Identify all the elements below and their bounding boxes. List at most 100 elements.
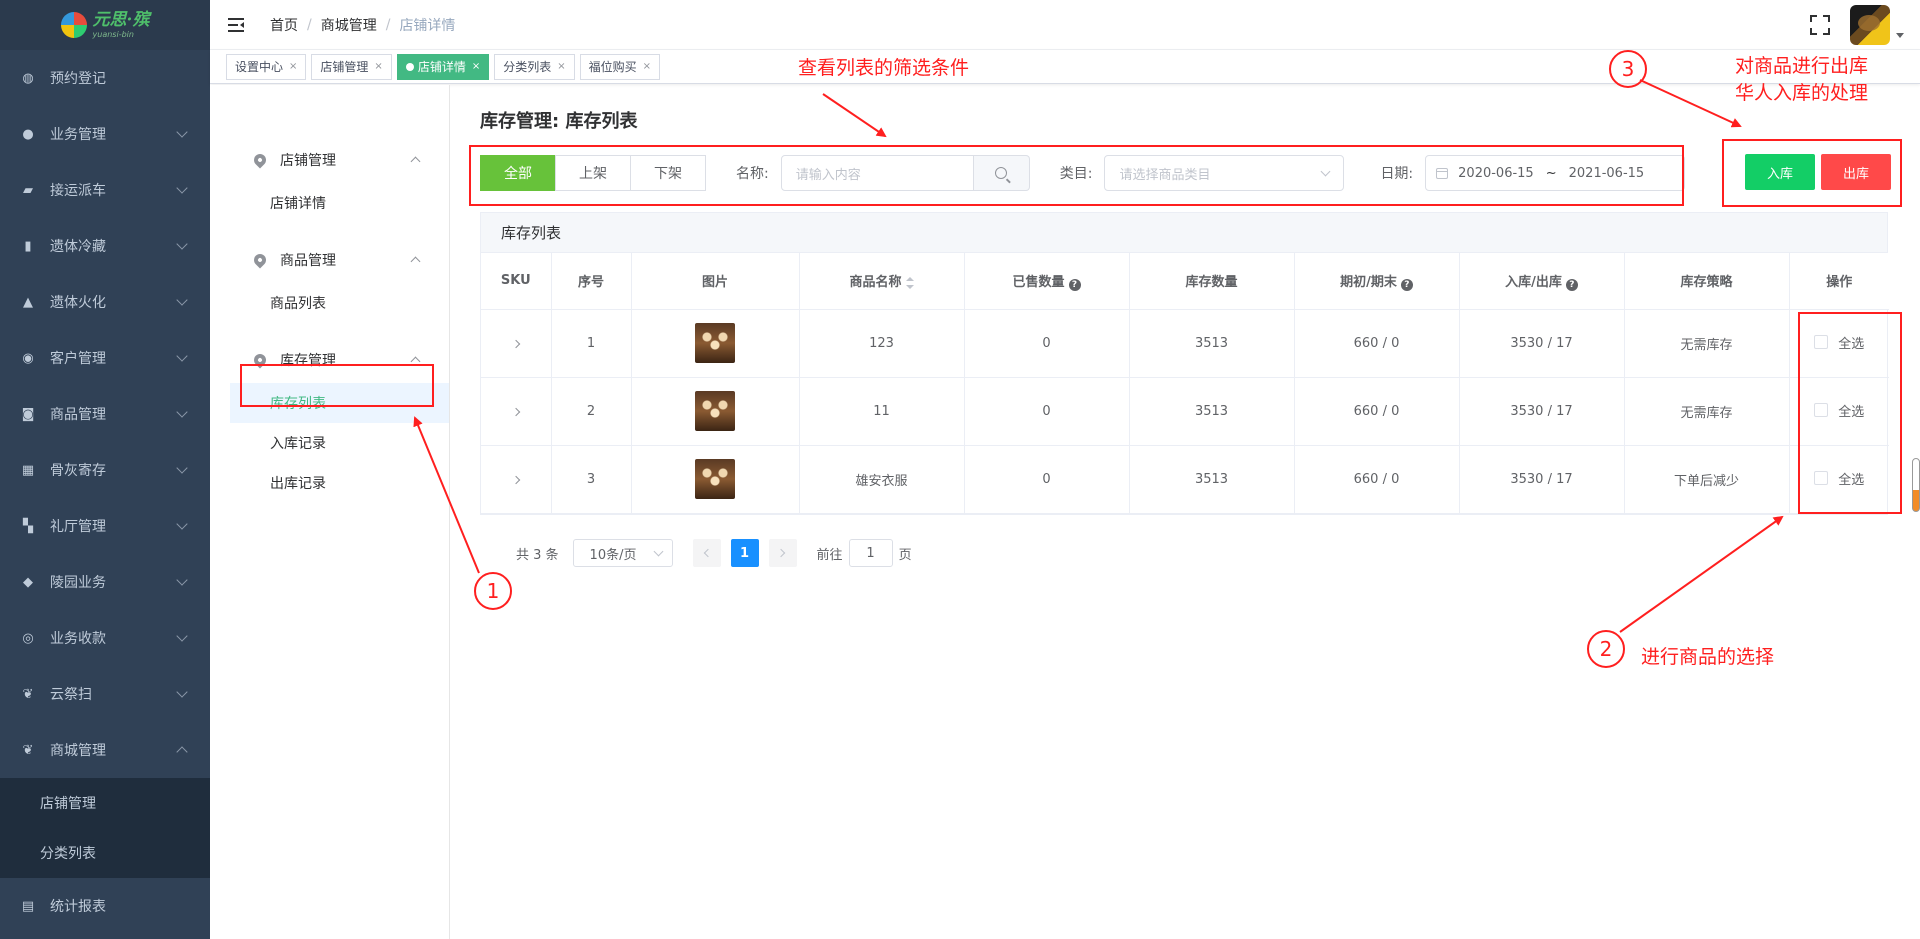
pagination-total: 共 3 条 [516, 547, 559, 563]
breadcrumb-separator: / [385, 16, 391, 33]
location-icon [251, 251, 269, 269]
help-icon[interactable]: ? [1400, 278, 1413, 291]
cell-expand[interactable] [481, 377, 552, 446]
chevron-right-icon[interactable] [511, 339, 520, 348]
col-inout-label: 入库/出库 [1505, 274, 1562, 290]
tag-label: 分类列表 [503, 60, 552, 74]
submenu-group-2[interactable]: 库存管理 [210, 337, 449, 383]
submenu-item-2-2[interactable]: 出库记录 [210, 463, 449, 503]
chevron-up-icon [410, 156, 421, 167]
sidebar-item-1[interactable]: ● 业务管理 [0, 106, 210, 162]
submenu-item-2-1[interactable]: 入库记录 [210, 423, 449, 463]
tag-label: 店铺管理 [320, 60, 369, 74]
close-icon[interactable]: × [374, 61, 382, 72]
select-checkbox[interactable]: 全选 [1814, 333, 1864, 352]
sidebar-item-7[interactable]: ▦ 骨灰寄存 [0, 442, 210, 498]
sidebar-item-10[interactable]: ◎ 业务收款 [0, 610, 210, 666]
breadcrumb-home[interactable]: 首页 [270, 15, 298, 35]
table-row: 1 123 0 3513 660 / 0 3530 / 17 无需库存 全选 [481, 309, 1889, 378]
sidebar-item-9[interactable]: ◆ 陵园业务 [0, 554, 210, 610]
checkbox-icon[interactable] [1814, 471, 1829, 486]
date-range-picker[interactable]: 2020-06-15 ~ 2021-06-15 [1425, 155, 1686, 191]
annotation-number-2: 2 [1587, 630, 1625, 668]
date-start[interactable]: 2020-06-15 [1458, 166, 1534, 181]
search-button[interactable] [973, 155, 1030, 191]
col-name[interactable]: 商品名称 [799, 253, 965, 310]
submenu-item-1-0[interactable]: 商品列表 [210, 283, 449, 323]
date-end[interactable]: 2021-06-15 [1569, 166, 1645, 181]
chevron-right-icon[interactable] [511, 475, 520, 484]
tag-1[interactable]: 店铺管理 × [311, 53, 392, 80]
submenu-item-2-0[interactable]: 库存列表 [230, 383, 449, 423]
tag-0[interactable]: 设置中心 × [226, 53, 307, 80]
sidebar-subitem-0[interactable]: 店铺管理 [0, 778, 210, 828]
mall-icon: ❦ [22, 742, 34, 758]
submenu-item-0-0[interactable]: 店铺详情 [210, 183, 449, 223]
cell-index: 2 [551, 377, 632, 446]
product-thumbnail[interactable] [695, 391, 735, 431]
col-sku: SKU [481, 253, 552, 310]
stock-in-button[interactable]: 入库 [1745, 154, 1815, 190]
chevron-right-icon[interactable] [511, 407, 520, 416]
checkbox-icon[interactable] [1814, 403, 1829, 418]
select-checkbox[interactable]: 全选 [1814, 469, 1864, 488]
sidebar-item-label: 骨灰寄存 [50, 463, 106, 479]
sidebar-subitem-1[interactable]: 分类列表 [0, 828, 210, 878]
filter-on-shelf-button[interactable]: 上架 [555, 155, 631, 191]
close-icon[interactable]: × [472, 61, 480, 72]
breadcrumb-mall[interactable]: 商城管理 [321, 15, 377, 35]
avatar[interactable] [1850, 4, 1890, 45]
prev-page-button[interactable] [692, 539, 721, 567]
inventory-panel: 库存列表 SKU 序号 图片 商品名称 已售数量? 库存数量 期初/期末? 入库… [480, 212, 1889, 515]
category-select[interactable]: 请选择商品类目 [1104, 155, 1345, 191]
sidebar-item-3[interactable]: ▮ 遗体冷藏 [0, 218, 210, 274]
sidebar-item-0[interactable]: ◍ 预约登记 [0, 50, 210, 106]
sidebar-item-2[interactable]: ▰ 接运派车 [0, 162, 210, 218]
chevron-down-icon [176, 686, 188, 698]
next-page-button[interactable] [768, 539, 797, 567]
category-label: 类目: [1059, 166, 1093, 182]
cell-expand[interactable] [481, 309, 552, 378]
tag-3[interactable]: 分类列表 × [494, 53, 575, 80]
checkbox-icon[interactable] [1814, 335, 1829, 350]
caret-down-icon[interactable] [1896, 33, 1904, 38]
sidebar-item-report[interactable]: ▤ 统计报表 [0, 878, 210, 934]
sort-icon[interactable] [905, 276, 914, 289]
grid-icon: ▦ [21, 462, 35, 478]
sidebar-item-6[interactable]: ◙ 商品管理 [0, 386, 210, 442]
hamburger-icon[interactable] [228, 17, 244, 32]
cell-operation: 全选 [1789, 309, 1889, 378]
help-icon[interactable]: ? [1068, 278, 1081, 291]
product-thumbnail[interactable] [695, 459, 735, 499]
tag-4[interactable]: 福位购买 × [579, 53, 661, 80]
submenu-group-1[interactable]: 商品管理 [210, 237, 449, 283]
stock-out-button[interactable]: 出库 [1821, 154, 1891, 190]
sidebar-item-4[interactable]: ▲ 遗体火化 [0, 274, 210, 330]
select-checkbox[interactable]: 全选 [1814, 401, 1864, 420]
cell-period: 660 / 0 [1294, 377, 1460, 446]
name-search-input[interactable]: 请输入内容 [780, 155, 974, 191]
close-icon[interactable]: × [289, 61, 297, 72]
sidebar-item-label: 预约登记 [50, 71, 106, 87]
filter-off-shelf-button[interactable]: 下架 [630, 155, 706, 191]
page-size-select[interactable]: 10条/页 [572, 539, 673, 567]
close-icon[interactable]: × [557, 61, 565, 72]
users-icon: ◉ [22, 350, 34, 366]
close-icon[interactable]: × [643, 61, 651, 72]
scrollbar[interactable] [1912, 458, 1920, 512]
goto-page-input[interactable]: 1 [848, 539, 893, 567]
product-thumbnail[interactable] [695, 323, 735, 363]
sidebar-item-5[interactable]: ◉ 客户管理 [0, 330, 210, 386]
panel-title: 库存列表 [481, 213, 1887, 253]
help-icon[interactable]: ? [1565, 278, 1578, 291]
tag-2[interactable]: 店铺详情 × [396, 53, 490, 80]
submenu-group-0[interactable]: 店铺管理 [210, 137, 449, 183]
sidebar-item-11[interactable]: ❦ 云祭扫 [0, 666, 210, 722]
cell-expand[interactable] [481, 445, 552, 514]
sidebar-item-8[interactable]: ▚ 礼厅管理 [0, 498, 210, 554]
sidebar-item-12[interactable]: ❦ 商城管理 [0, 722, 210, 778]
page-number-current[interactable]: 1 [730, 539, 759, 567]
fullscreen-icon[interactable] [1810, 14, 1830, 35]
filter-all-button[interactable]: 全部 [480, 155, 556, 191]
cell-image [631, 377, 800, 446]
